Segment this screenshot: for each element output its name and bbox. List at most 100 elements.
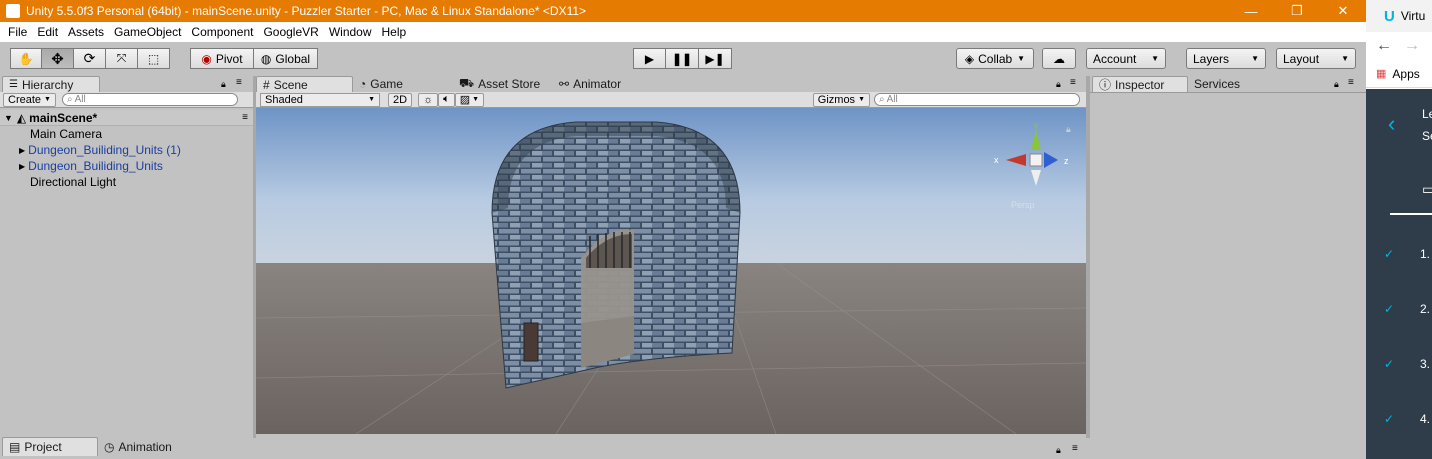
scene-search-input[interactable]: ⌕ All: [874, 93, 1080, 106]
rect-tool-button[interactable]: ⬚: [138, 48, 170, 69]
cloud-services-button[interactable]: ☁: [1042, 48, 1076, 69]
rotate-tool-button[interactable]: ⟳: [74, 48, 106, 69]
tab-animator[interactable]: ⚯ Animator: [553, 76, 653, 92]
udacity-logo-icon: U: [1384, 7, 1395, 25]
gizmo-lock-icon[interactable]: 🔒︎: [1066, 124, 1071, 134]
panel-menu-icon[interactable]: ≡: [1070, 77, 1076, 88]
menu-edit[interactable]: Edit: [33, 25, 64, 39]
scene-viewport[interactable]: y x z Persp 🔒︎: [256, 108, 1086, 434]
pause-button[interactable]: ❚❚: [666, 48, 699, 69]
lock-icon[interactable]: 🔒︎: [1056, 79, 1061, 90]
play-button[interactable]: ▶: [633, 48, 666, 69]
tab-project[interactable]: ▤ Project: [2, 437, 98, 456]
scene-render: y x z Persp 🔒︎: [256, 108, 1086, 434]
pivot-toggle[interactable]: ◉ Pivot: [190, 48, 254, 69]
scene-menu-icon[interactable]: ≡: [242, 112, 248, 123]
expand-arrow-icon[interactable]: ▶: [19, 162, 25, 171]
tab-game[interactable]: ◔ Game: [353, 76, 453, 92]
inspector-body: [1090, 92, 1366, 438]
list-item[interactable]: Directional Light: [30, 174, 116, 190]
tab-animation[interactable]: ◷ Animation: [98, 437, 198, 456]
lock-icon[interactable]: 🔒︎: [1056, 445, 1061, 456]
scene-root-row[interactable]: ▼ ◭ mainScene* ≡: [0, 110, 253, 126]
list-item[interactable]: ▶ Dungeon_Builiding_Units: [19, 158, 163, 174]
tab-hierarchy[interactable]: ☰ Hierarchy: [2, 76, 100, 92]
scene-toolbar: Shaded ▼ 2D ☼ 🔈︎ ▨ ▼ Gizmos ▼ ⌕ All: [256, 92, 1086, 108]
rect-tool-icon: ⬚: [147, 51, 160, 66]
browser-tab[interactable]: U Virtu: [1366, 0, 1432, 32]
shading-mode-dropdown[interactable]: Shaded ▼: [260, 92, 380, 107]
collab-label: Collab: [978, 51, 1013, 66]
close-button[interactable]: ✕: [1320, 0, 1366, 22]
lock-icon[interactable]: 🔒︎: [221, 79, 226, 90]
persp-label[interactable]: Persp: [1011, 200, 1035, 210]
list-item[interactable]: ✓ 1.: [1366, 247, 1432, 267]
global-toggle[interactable]: ◍ Global: [254, 48, 318, 69]
chevron-left-icon[interactable]: ‹: [1388, 111, 1395, 137]
list-item[interactable]: ✓ 2.: [1366, 302, 1432, 322]
panel-menu-icon[interactable]: ≡: [1348, 77, 1354, 88]
menu-gameobject[interactable]: GameObject: [110, 25, 187, 39]
list-item[interactable]: ✓ 3.: [1366, 357, 1432, 377]
asset-store-tab-label: Asset Store: [478, 77, 541, 91]
move-icon: ✥: [51, 50, 64, 68]
layout-dropdown[interactable]: Layout ▼: [1276, 48, 1356, 69]
account-dropdown[interactable]: Account ▼: [1086, 48, 1166, 69]
unity-editor-window: Unity 5.5.0f3 Personal (64bit) - mainSce…: [0, 0, 1366, 459]
expand-arrow-icon[interactable]: ▶: [19, 146, 25, 155]
step-button[interactable]: ▶❚: [699, 48, 732, 69]
caret-down-icon: ▼: [858, 96, 865, 103]
gizmos-label: Gizmos: [817, 93, 856, 106]
lighting-toggle[interactable]: ☼: [418, 92, 439, 107]
scale-tool-button[interactable]: ⤧: [106, 48, 138, 69]
check-icon: ✓: [1384, 412, 1395, 426]
effects-dropdown[interactable]: ▨ ▼: [454, 92, 485, 107]
minimize-button[interactable]: —: [1228, 0, 1274, 22]
tab-asset-store[interactable]: ⛟ Asset Store: [453, 76, 553, 92]
menu-file[interactable]: File: [4, 25, 33, 39]
animation-tab-label: Animation: [118, 439, 172, 454]
expand-arrow-icon[interactable]: ▼: [4, 113, 13, 123]
hand-icon: ✋: [18, 51, 34, 66]
list-item[interactable]: Main Camera: [30, 126, 102, 142]
rotate-icon: ⟳: [83, 50, 96, 66]
mode-2d-toggle[interactable]: 2D: [388, 92, 413, 107]
create-dropdown[interactable]: Create ▼: [3, 92, 56, 107]
apps-grid-icon[interactable]: ▦: [1376, 67, 1386, 80]
dungeon-model[interactable]: [491, 121, 741, 389]
lock-icon[interactable]: 🔒︎: [1334, 79, 1339, 90]
pivot-toggles: ◉ Pivot ◍ Global: [190, 48, 318, 69]
layers-dropdown[interactable]: Layers ▼: [1186, 48, 1266, 69]
menu-window[interactable]: Window: [325, 25, 378, 39]
global-label: Global: [275, 51, 311, 66]
project-tab-label: Project: [24, 440, 62, 454]
back-arrow-icon[interactable]: ←: [1376, 37, 1392, 55]
collab-dropdown[interactable]: ◈ Collab ▼: [956, 48, 1034, 69]
apps-label[interactable]: Apps: [1392, 67, 1419, 81]
panel-menu-icon[interactable]: ≡: [1072, 443, 1078, 454]
panel-menu-icon[interactable]: ≡: [236, 77, 242, 88]
document-icon[interactable]: ▭: [1422, 181, 1432, 198]
list-item[interactable]: ▶ Dungeon_Builiding_Units (1): [19, 142, 181, 158]
list-item[interactable]: ✓ 4.: [1366, 412, 1432, 432]
transform-tools: ✋ ✥ ⟳ ⤧ ⬚: [10, 48, 170, 69]
menu-assets[interactable]: Assets: [64, 25, 110, 39]
hierarchy-search-input[interactable]: ⌕ All: [61, 93, 238, 106]
menu-googlevr[interactable]: GoogleVR: [259, 25, 324, 39]
gizmos-dropdown[interactable]: Gizmos ▼: [812, 92, 870, 107]
menu-help[interactable]: Help: [378, 25, 413, 39]
hand-tool-button[interactable]: ✋: [10, 48, 42, 69]
caret-down-icon: ▼: [1251, 54, 1259, 63]
audio-toggle[interactable]: 🔈︎: [438, 92, 455, 107]
move-tool-button[interactable]: ✥: [42, 48, 74, 69]
gizmo-center[interactable]: [1029, 153, 1043, 167]
maximize-button[interactable]: ❐: [1274, 0, 1320, 22]
forward-arrow-icon[interactable]: →: [1404, 37, 1420, 55]
tab-services[interactable]: Services: [1188, 76, 1278, 92]
menu-component[interactable]: Component: [187, 25, 259, 39]
animator-tab-label: Animator: [573, 77, 622, 91]
collab-icon: ◈: [964, 51, 975, 66]
tab-scene[interactable]: # Scene: [256, 76, 353, 92]
step-number: 3.: [1420, 357, 1431, 371]
tab-inspector[interactable]: ⓘ Inspector: [1092, 76, 1188, 92]
